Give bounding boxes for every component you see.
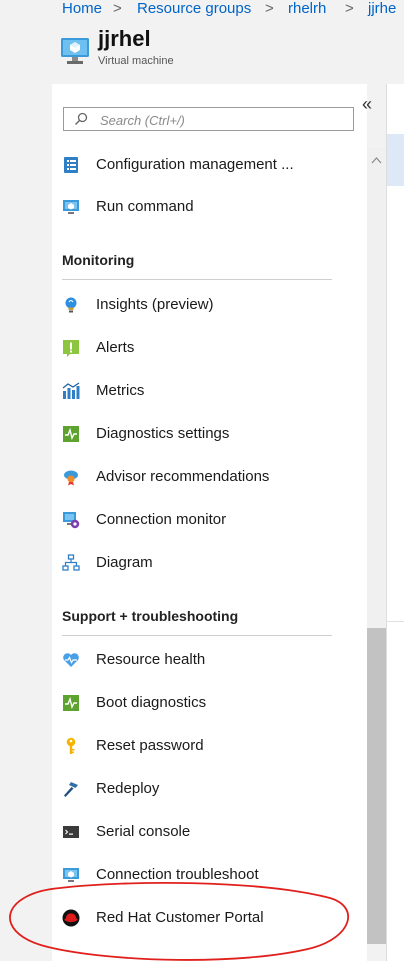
search-icon [75, 112, 88, 125]
connection-monitor-icon [63, 512, 80, 529]
menu-item-label: Connection troubleshoot [96, 866, 259, 883]
menu-item-diagram[interactable]: Diagram [52, 546, 367, 580]
menu-item-label: Diagnostics settings [96, 425, 230, 442]
key-icon [66, 737, 76, 754]
menu-item-alerts[interactable]: Alerts [52, 331, 367, 365]
left-gutter [10, 84, 52, 961]
menu-item-label: Diagram [96, 554, 153, 571]
content-divider [387, 621, 404, 622]
breadcrumb-resource-groups[interactable]: Resource groups [137, 0, 251, 18]
section-title-support: Support + troubleshooting [62, 608, 239, 624]
diagram-icon [62, 554, 80, 571]
resource-type: Virtual machine [98, 55, 174, 67]
menu-item-reset-password[interactable]: Reset password [52, 729, 367, 763]
advisor-icon [64, 470, 78, 486]
menu-item-label: Connection monitor [96, 511, 227, 528]
menu-item-red-hat-customer-portal[interactable]: Red Hat Customer Portal [52, 901, 367, 935]
search-input[interactable] [98, 110, 342, 130]
menu-item-connection-monitor[interactable]: Connection monitor [52, 503, 367, 537]
menu-item-diagnostics-settings[interactable]: Diagnostics settings [52, 417, 367, 451]
section-divider [62, 279, 332, 280]
breadcrumb-vm[interactable]: jjrhe [368, 0, 396, 18]
menu-scrollbar[interactable] [367, 148, 386, 944]
hammer-icon [64, 782, 78, 797]
scrollbar-thumb[interactable] [367, 628, 386, 944]
menu-item-label: Metrics [96, 382, 145, 399]
menu-item-configuration-management[interactable]: Configuration management ... [52, 148, 367, 182]
menu-item-label: Insights (preview) [96, 296, 214, 313]
menu-item-advisor-recommendations[interactable]: Advisor recommendations [52, 460, 367, 494]
breadcrumb-home[interactable]: Home [62, 0, 102, 18]
content-pane [386, 84, 404, 961]
menu-item-connection-troubleshoot[interactable]: Connection troubleshoot [52, 858, 367, 892]
menu-item-resource-health[interactable]: Resource health [52, 643, 367, 677]
config-list-icon [64, 157, 78, 173]
section-title-monitoring: Monitoring [62, 252, 135, 268]
chevron-up-icon[interactable] [371, 156, 382, 164]
menu-item-label: Serial console [96, 823, 191, 840]
virtual-machine-icon [61, 38, 89, 64]
menu-item-label: Boot diagnostics [96, 694, 207, 711]
breadcrumb-resource-group[interactable]: rhelrh [288, 0, 326, 18]
menu-item-label: Alerts [96, 339, 135, 356]
breadcrumb-separator: > [265, 0, 274, 17]
breadcrumb-separator: > [113, 0, 122, 17]
alert-icon [63, 340, 79, 357]
menu-item-insights[interactable]: Insights (preview) [52, 288, 367, 322]
content-highlight [387, 134, 404, 186]
collapse-menu-button[interactable]: « [362, 94, 372, 115]
boot-diagnostics-icon [63, 695, 79, 711]
menu-item-label: Red Hat Customer Portal [96, 909, 264, 926]
terminal-icon [63, 826, 79, 838]
troubleshoot-icon [63, 868, 79, 882]
diagnostics-icon [63, 426, 79, 442]
menu-item-metrics[interactable]: Metrics [52, 374, 367, 408]
breadcrumb-separator: > [345, 0, 354, 17]
menu-item-boot-diagnostics[interactable]: Boot diagnostics [52, 686, 367, 720]
menu-item-label: Configuration management ... [96, 156, 294, 173]
menu-item-label: Reset password [96, 737, 204, 754]
resource-name: jjrhel [98, 26, 151, 51]
lightbulb-icon [65, 297, 77, 313]
menu-item-label: Redeploy [96, 780, 160, 797]
menu-item-serial-console[interactable]: Serial console [52, 815, 367, 849]
breadcrumb: Home > Resource groups > rhelrh > jjrhe [0, 0, 404, 32]
menu-item-run-command[interactable]: Run command [52, 190, 367, 224]
menu-item-label: Resource health [96, 651, 206, 668]
heart-icon [63, 653, 79, 667]
menu-item-label: Advisor recommendations [96, 468, 270, 485]
search-box[interactable] [63, 107, 354, 131]
metrics-icon [62, 382, 80, 399]
red-hat-icon [62, 909, 80, 927]
menu-item-redeploy[interactable]: Redeploy [52, 772, 367, 806]
section-divider [62, 635, 332, 636]
run-command-icon [63, 200, 79, 214]
menu-item-label: Run command [96, 198, 194, 215]
